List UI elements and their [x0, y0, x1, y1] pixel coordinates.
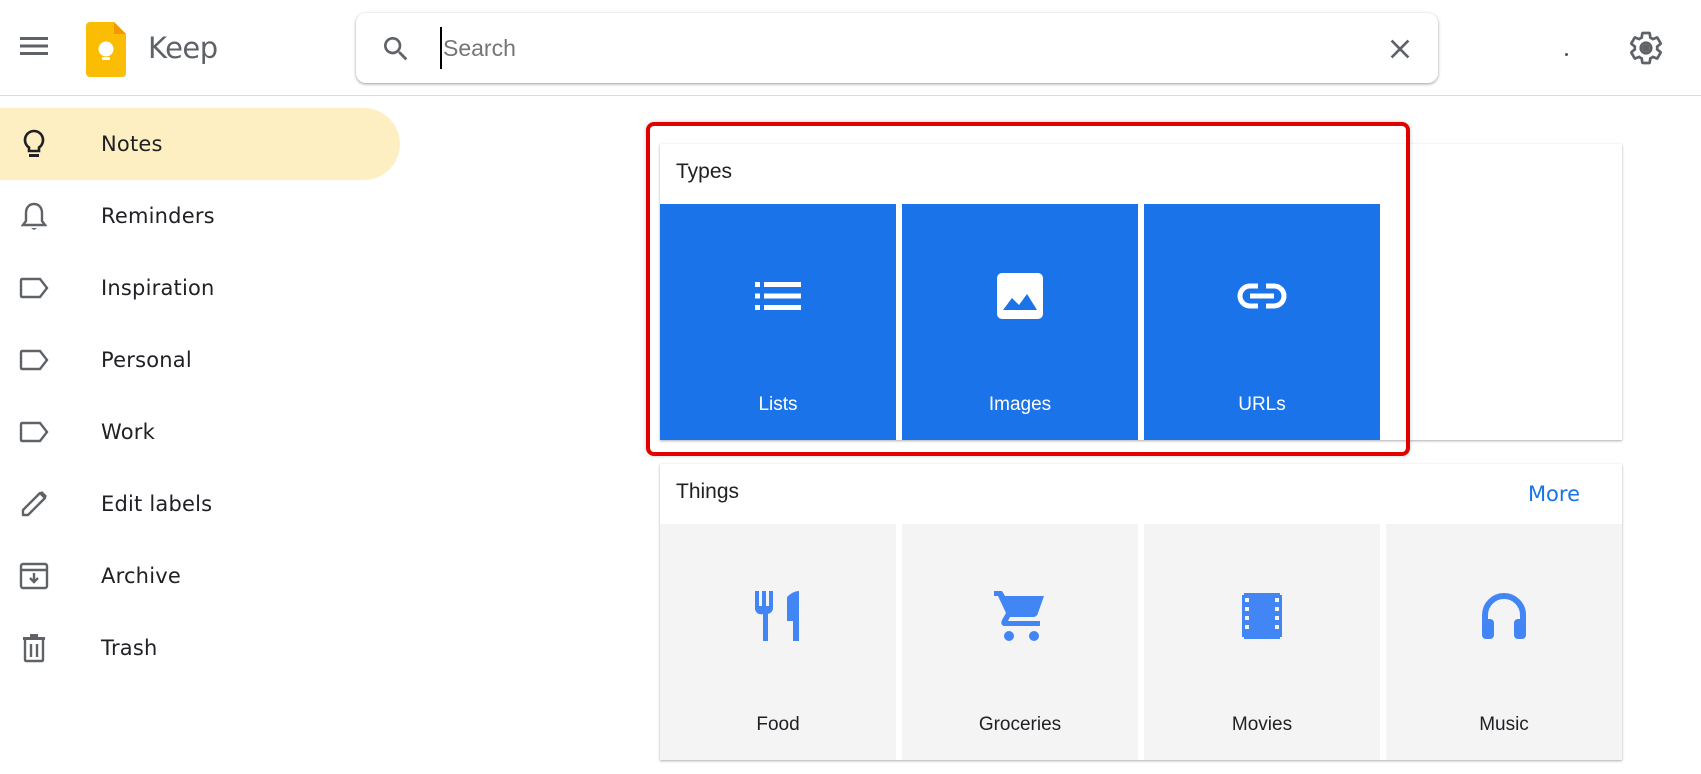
cart-icon [994, 590, 1046, 642]
tile-label: Movies [1231, 714, 1293, 735]
status-dot [1565, 53, 1568, 56]
sidebar-item-label: Edit labels [101, 492, 213, 516]
sidebar-item-label: Trash [101, 636, 158, 660]
more-link[interactable]: More [1528, 482, 1580, 506]
list-icon [752, 270, 804, 322]
things-tiles: Food Groceries Movies Music [660, 524, 1622, 760]
search-bar [356, 13, 1438, 83]
restaurant-icon [752, 590, 804, 642]
bell-icon [18, 200, 50, 232]
sidebar-item-notes[interactable]: Notes [0, 108, 400, 180]
image-icon [994, 270, 1046, 322]
search-input[interactable] [440, 27, 1340, 69]
menu-icon [20, 37, 48, 55]
thing-tile-movies[interactable]: Movies [1144, 524, 1380, 760]
sidebar-item-label: Personal [101, 348, 192, 372]
sidebar-item-label: Notes [101, 132, 163, 156]
pencil-icon [18, 488, 50, 520]
search-icon[interactable] [380, 33, 412, 65]
tile-label: Groceries [978, 714, 1062, 735]
sidebar-item-inspiration[interactable]: Inspiration [0, 252, 410, 324]
things-card: Things More Food Groceries Movies Music [660, 464, 1622, 760]
film-icon [1236, 590, 1288, 642]
main-menu-button[interactable] [14, 26, 54, 66]
type-tile-images[interactable]: Images [902, 204, 1138, 440]
sidebar-item-personal[interactable]: Personal [0, 324, 410, 396]
top-bar: Keep [0, 0, 1701, 96]
sidebar-item-edit-labels[interactable]: Edit labels [0, 468, 410, 540]
sidebar-item-archive[interactable]: Archive [0, 540, 410, 612]
link-icon [1236, 270, 1288, 322]
types-tiles: Lists Images URLs [660, 204, 1380, 440]
tile-label: Music [1479, 714, 1529, 735]
thing-tile-groceries[interactable]: Groceries [902, 524, 1138, 760]
label-icon [18, 344, 50, 376]
label-icon [18, 416, 50, 448]
sidebar-nav: Notes Reminders Inspiration Personal Wor… [0, 96, 410, 684]
sidebar-item-label: Reminders [101, 204, 215, 228]
sidebar-item-label: Inspiration [101, 276, 215, 300]
thing-tile-music[interactable]: Music [1386, 524, 1622, 760]
settings-icon[interactable] [1628, 30, 1664, 66]
app-title: Keep [148, 31, 218, 65]
trash-icon [18, 632, 50, 664]
headphones-icon [1478, 590, 1530, 642]
sidebar-item-work[interactable]: Work [0, 396, 410, 468]
close-icon[interactable] [1384, 33, 1416, 65]
types-card: Types Lists Images URLs [660, 144, 1622, 440]
lightbulb-icon [18, 128, 50, 160]
sidebar-item-label: Archive [101, 564, 181, 588]
tile-label: URLs [1238, 394, 1286, 415]
thing-tile-food[interactable]: Food [660, 524, 896, 760]
keep-logo[interactable] [86, 22, 126, 77]
types-title: Types [676, 160, 733, 183]
type-tile-lists[interactable]: Lists [660, 204, 896, 440]
label-icon [18, 272, 50, 304]
archive-icon [18, 560, 50, 592]
sidebar-item-label: Work [101, 420, 155, 444]
sidebar-item-reminders[interactable]: Reminders [0, 180, 410, 252]
things-title: Things [676, 480, 740, 503]
tile-label: Food [756, 714, 800, 735]
type-tile-urls[interactable]: URLs [1144, 204, 1380, 440]
tile-label: Lists [758, 394, 798, 415]
sidebar-item-trash[interactable]: Trash [0, 612, 410, 684]
tile-label: Images [988, 394, 1052, 415]
